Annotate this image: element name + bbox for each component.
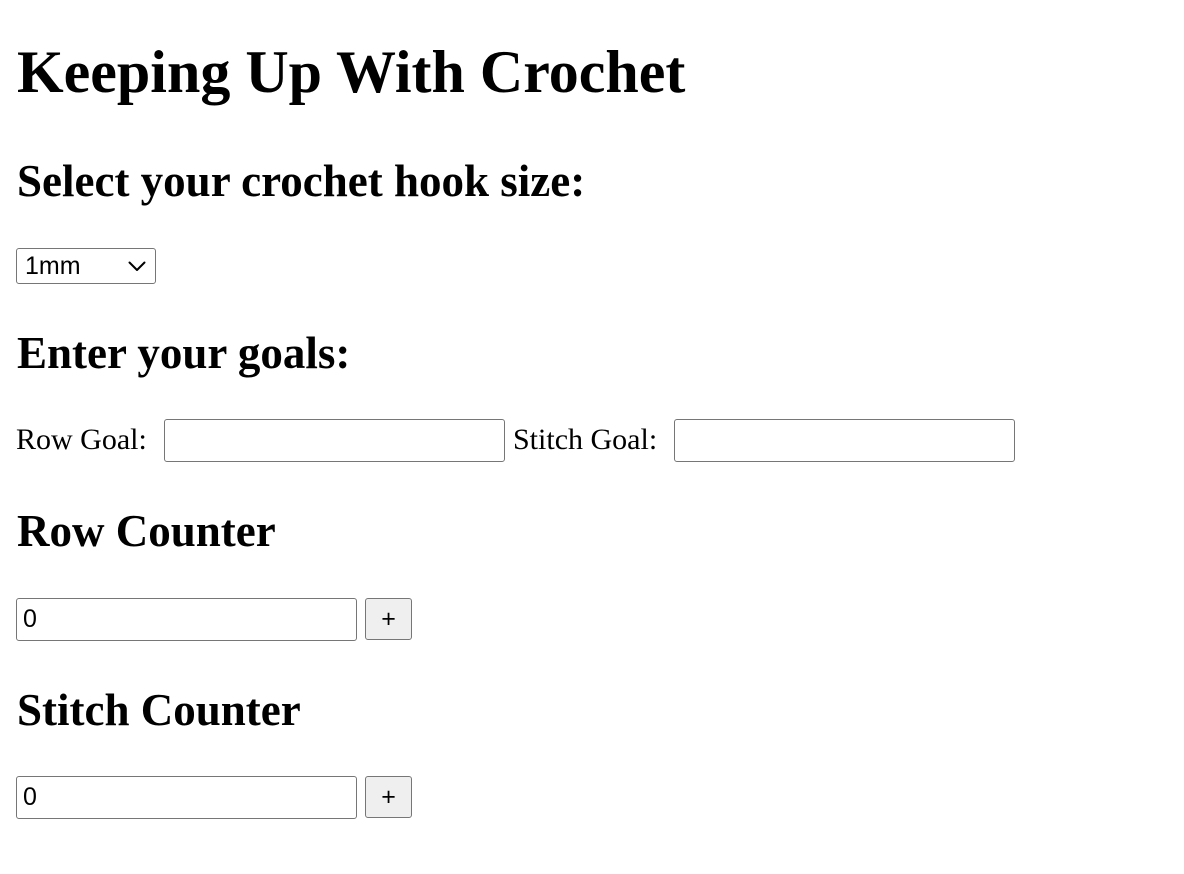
hook-size-select-value: 1mm xyxy=(25,252,81,280)
hook-size-select[interactable]: 1mm xyxy=(16,248,156,284)
stitch-goal-input[interactable] xyxy=(674,419,1015,462)
row-goal-input[interactable] xyxy=(164,419,505,462)
page-title: Keeping Up With Crochet xyxy=(17,39,686,105)
stitch-counter-heading: Stitch Counter xyxy=(17,685,301,735)
goals-heading: Enter your goals: xyxy=(17,328,351,378)
row-increment-button[interactable]: + xyxy=(365,598,412,640)
stitch-increment-button[interactable]: + xyxy=(365,776,412,818)
row-counter-input[interactable] xyxy=(16,598,357,641)
row-goal-label: Row Goal: xyxy=(16,423,147,456)
stitch-counter-input[interactable] xyxy=(16,776,357,819)
stitch-goal-label: Stitch Goal: xyxy=(513,423,658,456)
chevron-down-icon xyxy=(125,258,149,274)
hook-size-heading: Select your crochet hook size: xyxy=(17,156,586,206)
row-counter-heading: Row Counter xyxy=(17,506,276,556)
